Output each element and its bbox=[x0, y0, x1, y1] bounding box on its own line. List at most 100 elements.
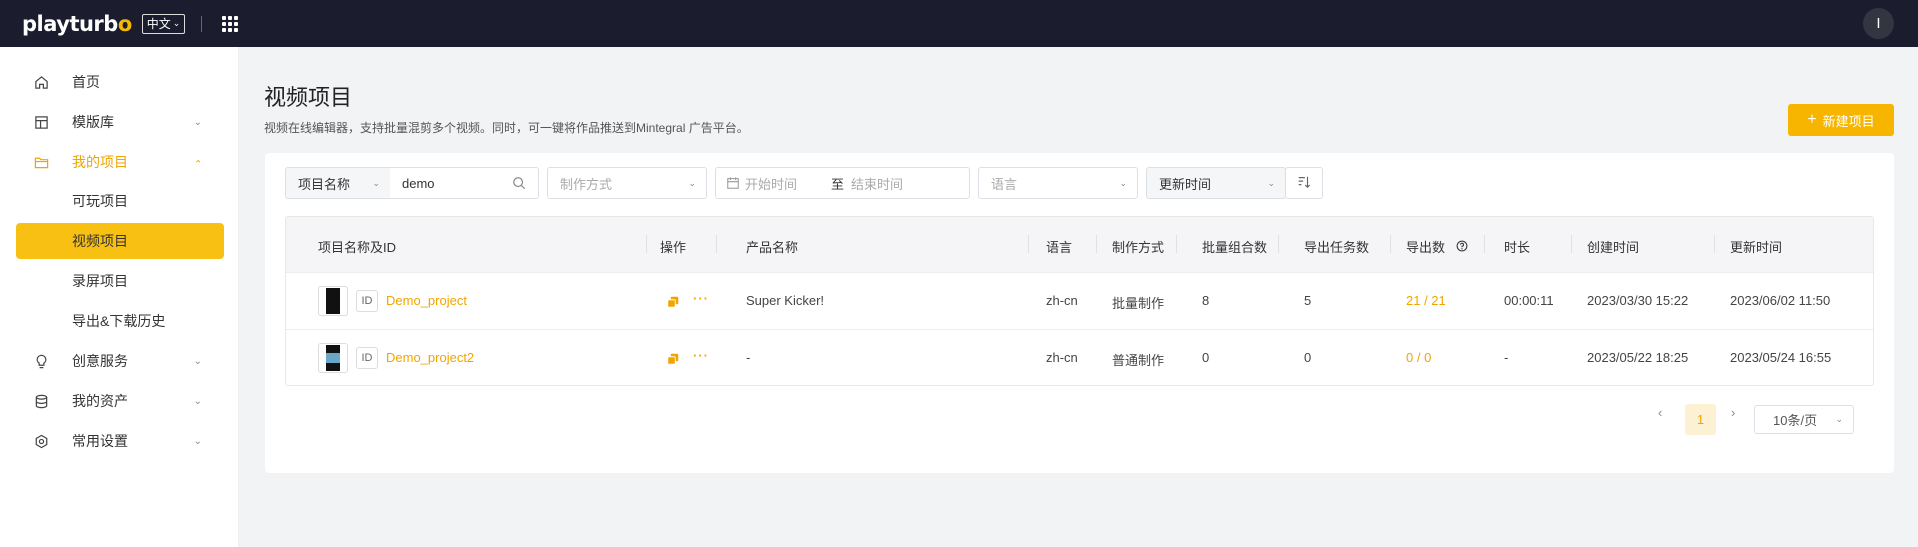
column-separator bbox=[1571, 235, 1572, 253]
sidebar-item-templates[interactable]: 模版库 ⌄ bbox=[16, 104, 224, 140]
column-header: 导出任务数 bbox=[1304, 240, 1370, 255]
video-thumbnail[interactable] bbox=[318, 343, 348, 373]
batch-combos: 0 bbox=[1202, 350, 1210, 365]
chevron-down-icon: ⌄ bbox=[1267, 177, 1275, 188]
copy-icon[interactable] bbox=[667, 295, 679, 311]
page-number-button[interactable]: 1 bbox=[1685, 404, 1716, 435]
more-icon[interactable]: ··· bbox=[693, 348, 709, 363]
search-field-select[interactable]: 项目名称 ⌄ bbox=[285, 167, 391, 199]
chevron-up-icon: ⌄ bbox=[193, 156, 202, 168]
sidebar-item-playable-projects[interactable]: 可玩项目 bbox=[16, 183, 224, 219]
folder-icon bbox=[33, 154, 49, 170]
prev-page-button[interactable]: ‹ bbox=[1658, 405, 1662, 420]
language: zh-cn bbox=[1046, 350, 1078, 365]
sidebar: 首页 模版库 ⌄ 我的项目 ⌄ 可玩项目 视频项目 录屏项目 导出&下载历史 创… bbox=[0, 47, 239, 547]
playturbo-logo[interactable]: playturbo bbox=[22, 12, 132, 36]
sidebar-item-label: 视频项目 bbox=[72, 233, 128, 249]
project-name-link[interactable]: Demo_project bbox=[386, 293, 467, 308]
production-method-select[interactable]: 制作方式 ⌄ bbox=[547, 167, 707, 199]
id-badge[interactable]: ID bbox=[356, 290, 378, 312]
column-separator bbox=[646, 235, 647, 253]
lightbulb-icon bbox=[33, 353, 49, 369]
sidebar-item-creative-services[interactable]: 创意服务 ⌄ bbox=[16, 343, 224, 379]
video-thumbnail[interactable] bbox=[318, 286, 348, 316]
sidebar-item-settings[interactable]: 常用设置 ⌄ bbox=[16, 423, 224, 459]
sidebar-item-label: 常用设置 bbox=[72, 433, 128, 449]
sidebar-item-export-history[interactable]: 导出&下载历史 bbox=[16, 303, 224, 339]
sort-field-select[interactable]: 更新时间 ⌄ bbox=[1146, 167, 1286, 199]
sidebar-item-label: 导出&下载历史 bbox=[72, 313, 166, 329]
created-time: 2023/03/30 15:22 bbox=[1587, 293, 1689, 308]
column-header: 产品名称 bbox=[746, 240, 799, 255]
updated-time: 2023/05/24 16:55 bbox=[1730, 350, 1832, 365]
copy-icon[interactable] bbox=[667, 352, 679, 368]
sidebar-item-my-assets[interactable]: 我的资产 ⌄ bbox=[16, 383, 224, 419]
end-date-input[interactable]: 结束时间 bbox=[851, 174, 903, 193]
chevron-down-icon: ⌄ bbox=[193, 116, 202, 128]
column-header: 项目名称及ID bbox=[318, 240, 397, 255]
language-switcher[interactable]: 中文 ⌄ bbox=[141, 13, 186, 34]
updated-time: 2023/06/02 11:50 bbox=[1730, 293, 1831, 308]
sidebar-item-video-projects[interactable]: 视频项目 bbox=[16, 223, 224, 259]
avatar[interactable]: I bbox=[1863, 8, 1894, 39]
chevron-down-icon: ⌄ bbox=[372, 177, 380, 188]
apps-grid-icon[interactable] bbox=[222, 15, 239, 32]
id-badge[interactable]: ID bbox=[356, 347, 378, 369]
table-row[interactable]: ID Demo_project ··· Super Kicker! zh-cn … bbox=[286, 273, 1873, 330]
page-description: 视频在线编辑器，支持批量混剪多个视频。同时，可一键将作品推送到Mintegral… bbox=[264, 121, 749, 135]
calendar-icon bbox=[726, 176, 740, 193]
chevron-down-icon: ⌄ bbox=[1119, 177, 1127, 188]
column-header: 创建时间 bbox=[1587, 240, 1640, 255]
export-count-link[interactable]: 0 / 0 bbox=[1406, 350, 1431, 365]
batch-combos: 8 bbox=[1202, 293, 1210, 308]
chevron-down-icon: ⌄ bbox=[1835, 414, 1843, 424]
column-separator bbox=[1714, 235, 1715, 253]
search-icon[interactable] bbox=[512, 176, 526, 193]
top-bar: playturbo 中文 ⌄ I bbox=[0, 0, 1918, 47]
sidebar-item-home[interactable]: 首页 bbox=[16, 64, 224, 100]
project-name-link[interactable]: Demo_project2 bbox=[386, 350, 474, 365]
sort-order-button[interactable] bbox=[1285, 167, 1323, 199]
column-separator bbox=[1028, 235, 1029, 253]
search-input[interactable]: demo bbox=[390, 167, 539, 199]
sidebar-item-label: 模版库 bbox=[72, 114, 114, 130]
column-separator bbox=[1484, 235, 1485, 253]
more-icon[interactable]: ··· bbox=[693, 291, 709, 306]
home-icon bbox=[33, 74, 49, 90]
projects-table: 项目名称及ID 操作 产品名称 语言 制作方式 批量组合数 导出任务数 导出数 … bbox=[285, 216, 1874, 386]
help-icon[interactable] bbox=[1456, 239, 1468, 255]
column-header: 更新时间 bbox=[1730, 240, 1783, 255]
language: zh-cn bbox=[1046, 293, 1078, 308]
sidebar-item-label: 首页 bbox=[72, 74, 100, 90]
export-count-link[interactable]: 21 / 21 bbox=[1406, 293, 1446, 308]
sidebar-item-label: 可玩项目 bbox=[72, 193, 128, 209]
next-page-button[interactable]: › bbox=[1731, 405, 1735, 420]
chevron-down-icon: ⌄ bbox=[193, 435, 202, 447]
sidebar-item-recording-projects[interactable]: 录屏项目 bbox=[16, 263, 224, 299]
chevron-down-icon: ⌄ bbox=[172, 18, 181, 28]
production-method: 批量制作 bbox=[1112, 296, 1165, 311]
column-separator bbox=[1096, 235, 1097, 253]
sidebar-item-my-projects[interactable]: 我的项目 ⌄ bbox=[16, 144, 224, 180]
column-separator bbox=[716, 235, 717, 253]
column-header: 语言 bbox=[1046, 240, 1073, 255]
date-range-picker[interactable]: 开始时间 至 结束时间 bbox=[715, 167, 970, 199]
database-icon bbox=[33, 393, 49, 409]
column-separator bbox=[1390, 235, 1391, 253]
production-method: 普通制作 bbox=[1112, 353, 1165, 368]
new-project-button[interactable]: + 新建项目 bbox=[1788, 104, 1894, 136]
table-row[interactable]: ID Demo_project2 ··· - zh-cn 普通制作 0 0 0 … bbox=[286, 330, 1873, 387]
page-size-select[interactable]: 10条/页 ⌄ bbox=[1754, 405, 1854, 434]
plus-icon: + bbox=[1807, 111, 1817, 128]
column-header: 操作 bbox=[660, 240, 687, 255]
language-select[interactable]: 语言 ⌄ bbox=[978, 167, 1138, 199]
column-header: 批量组合数 bbox=[1202, 240, 1268, 255]
product-name: Super Kicker! bbox=[746, 293, 825, 308]
created-time: 2023/05/22 18:25 bbox=[1587, 350, 1689, 365]
export-tasks: 5 bbox=[1304, 293, 1312, 308]
export-tasks: 0 bbox=[1304, 350, 1312, 365]
start-date-input[interactable]: 开始时间 bbox=[745, 174, 797, 193]
sidebar-item-label: 我的项目 bbox=[72, 154, 128, 170]
sidebar-item-label: 创意服务 bbox=[72, 353, 128, 369]
product-name: - bbox=[746, 350, 751, 365]
